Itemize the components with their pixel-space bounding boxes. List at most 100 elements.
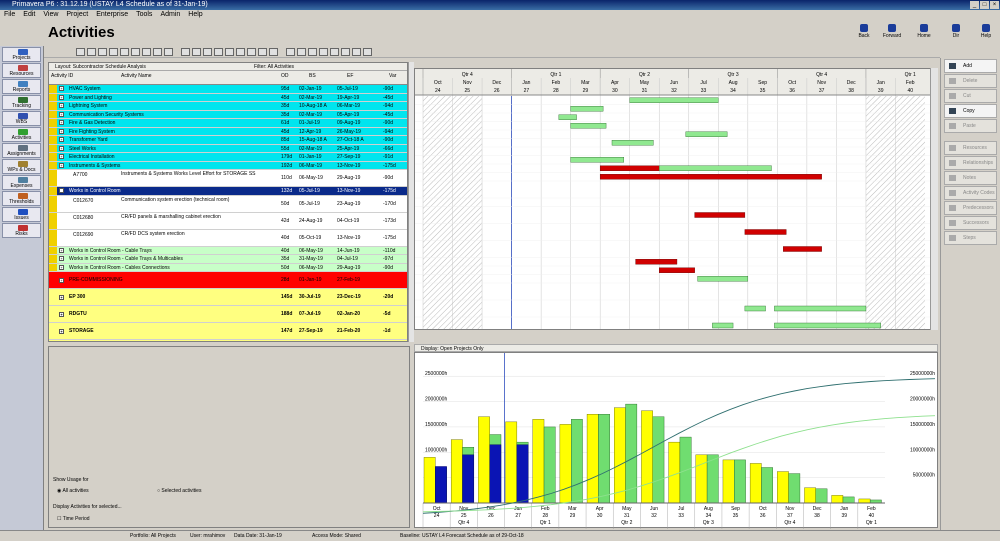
col-activity-name[interactable]: Activity Name [121, 73, 152, 79]
gantt-bar[interactable] [744, 305, 766, 312]
selected-activities-radio[interactable]: ○ Selected activities [157, 488, 201, 494]
notes-button[interactable]: Notes [944, 171, 997, 185]
toolbar-tool-icon[interactable] [319, 48, 328, 56]
toolbar-tool-icon[interactable] [181, 48, 190, 56]
gantt-bar[interactable] [611, 140, 654, 146]
toolbar-tool-icon[interactable] [214, 48, 223, 56]
table-row[interactable]: C012680 CR/FD panels & marshalling cabine… [49, 212, 407, 230]
activity-codes-button[interactable]: Activity Codes [944, 186, 997, 200]
nav-assignments[interactable]: Assignments [2, 143, 41, 158]
nav-thresholds[interactable]: Thresholds [2, 191, 41, 206]
table-row[interactable]: + Transformer Yard 85d 15-Aug-18 A 27-Oct-18… [49, 136, 407, 145]
gantt-bar[interactable] [694, 212, 746, 218]
table-row[interactable]: + Works in Control Room - Cable Trays 40d 0… [49, 246, 407, 255]
toolbar-tool-icon[interactable] [142, 48, 151, 56]
gantt-bar[interactable] [570, 123, 607, 129]
expand-toggle-icon[interactable]: + [59, 94, 64, 100]
forward-button[interactable]: Forward [880, 24, 904, 42]
table-row[interactable]: + Fire & Gas Detection 61d 01-Jul-19 09-Aug-… [49, 119, 407, 128]
col-od[interactable]: OD [281, 73, 289, 79]
toolbar-tool-icon[interactable] [330, 48, 339, 56]
toolbar-tool-icon[interactable] [308, 48, 317, 56]
toolbar-tool-icon[interactable] [76, 48, 85, 56]
all-activities-radio[interactable]: ◉ All activities [57, 488, 89, 494]
expand-toggle-icon[interactable]: + [59, 188, 64, 194]
nav-expenses[interactable]: Expenses [2, 175, 41, 190]
gantt-bar[interactable] [712, 322, 734, 329]
nav-wbs[interactable]: WBS [2, 111, 41, 126]
table-row[interactable]: + STORAGE 147d 27-Sep-19 21-Feb-20 -1d [49, 323, 407, 340]
menu-item[interactable]: View [39, 10, 62, 20]
menu-item[interactable]: File [0, 10, 19, 20]
successors-button[interactable]: Successors [944, 216, 997, 230]
table-row[interactable]: + Power and Lighting 45d 02-Mar-19 19-Apr-19… [49, 93, 407, 102]
toolbar-tool-icon[interactable] [269, 48, 278, 56]
table-row[interactable]: + Steel Works 55d 02-Mar-19 25-Apr-19 -66d [49, 144, 407, 153]
gantt-bar[interactable] [599, 165, 660, 171]
menu-item[interactable]: Help [184, 10, 206, 20]
table-row[interactable]: + RDGTU 188d 07-Jul-19 02-Jan-20 -5d [49, 306, 407, 323]
gantt-bar[interactable] [635, 259, 678, 265]
expand-toggle-icon[interactable]: + [59, 137, 64, 143]
gantt-bar[interactable] [685, 131, 728, 137]
gantt-bar[interactable] [783, 246, 822, 252]
copy-button[interactable]: Copy [944, 104, 997, 118]
nav-projects[interactable]: Projects [2, 47, 41, 62]
expand-toggle-icon[interactable]: + [59, 111, 64, 117]
col-var[interactable]: Var [389, 73, 396, 79]
expand-toggle-icon[interactable]: + [59, 264, 64, 270]
expand-toggle-icon[interactable]: + [59, 103, 64, 109]
toolbar-tool-icon[interactable] [192, 48, 201, 56]
toolbar-tool-icon[interactable] [164, 48, 173, 56]
gantt-bar[interactable] [629, 97, 719, 103]
table-row[interactable]: + Fire Fighting System 45d 12-Apr-19 26-May-… [49, 127, 407, 136]
steps-button[interactable]: Steps [944, 231, 997, 245]
nav-tracking[interactable]: Tracking [2, 95, 41, 110]
table-row[interactable]: + Works in Control Room - Cable Trays & M… [49, 255, 407, 264]
nav-reports[interactable]: Reports [2, 79, 41, 94]
expand-toggle-icon[interactable]: + [59, 145, 64, 151]
table-row[interactable]: + HVAC System 95d 02-Jan-19 05-Jul-19 -90d [49, 85, 407, 94]
delete-button[interactable]: Delete [944, 74, 997, 88]
expand-toggle-icon[interactable]: + [59, 294, 64, 300]
table-row[interactable]: + Works in Control Room - Cables Connecti… [49, 263, 407, 272]
toolbar-tool-icon[interactable] [236, 48, 245, 56]
table-row[interactable]: + Electrical Installation 179d 01-Jan-19 27-… [49, 153, 407, 162]
expand-toggle-icon[interactable]: + [59, 154, 64, 160]
gantt-bar[interactable] [744, 229, 787, 235]
toolbar-tool-icon[interactable] [341, 48, 350, 56]
expand-toggle-icon[interactable]: + [59, 128, 64, 134]
nav-risks[interactable]: Risks [2, 223, 41, 238]
toolbar-tool-icon[interactable] [87, 48, 96, 56]
expand-toggle-icon[interactable]: + [59, 311, 64, 317]
table-row[interactable]: C012690 CR/FD DCS system erection 40d 05-Oc… [49, 229, 407, 247]
col-bs[interactable]: BS [309, 73, 316, 79]
expand-toggle-icon[interactable]: + [59, 86, 64, 92]
gantt-bar[interactable] [697, 276, 749, 282]
nav-activities[interactable]: Activities [2, 127, 41, 142]
help-button[interactable]: Help [974, 24, 998, 42]
expand-toggle-icon[interactable]: + [59, 120, 64, 126]
gantt-scrollbar[interactable] [930, 68, 938, 330]
time-period-checkbox[interactable]: ☐ Time Period [57, 516, 90, 522]
gantt-bar[interactable] [659, 165, 772, 171]
directory-button[interactable]: Dir [944, 24, 968, 42]
expand-toggle-icon[interactable]: + [59, 256, 64, 262]
predecessors-button[interactable]: Predecessors [944, 201, 997, 215]
paste-button[interactable]: Paste [944, 119, 997, 133]
gantt-bar[interactable] [599, 174, 822, 180]
menu-item[interactable]: Admin [156, 10, 184, 20]
toolbar-tool-icon[interactable] [258, 48, 267, 56]
toolbar-tool-icon[interactable] [363, 48, 372, 56]
toolbar-tool-icon[interactable] [352, 48, 361, 56]
toolbar-tool-icon[interactable] [247, 48, 256, 56]
toolbar-tool-icon[interactable] [286, 48, 295, 56]
toolbar-tool-icon[interactable] [131, 48, 140, 56]
toolbar-tool-icon[interactable] [203, 48, 212, 56]
menu-item[interactable]: Enterprise [92, 10, 132, 20]
table-row[interactable]: + PRE-COMMISSIONING 28d 01-Jan-19 27-Feb-19 [49, 272, 407, 289]
toolbar-tool-icon[interactable] [120, 48, 129, 56]
gantt-bar[interactable] [659, 267, 695, 273]
table-row[interactable]: C012670 Communication system erection (te… [49, 195, 407, 213]
relationships-button[interactable]: Relationships [944, 156, 997, 170]
